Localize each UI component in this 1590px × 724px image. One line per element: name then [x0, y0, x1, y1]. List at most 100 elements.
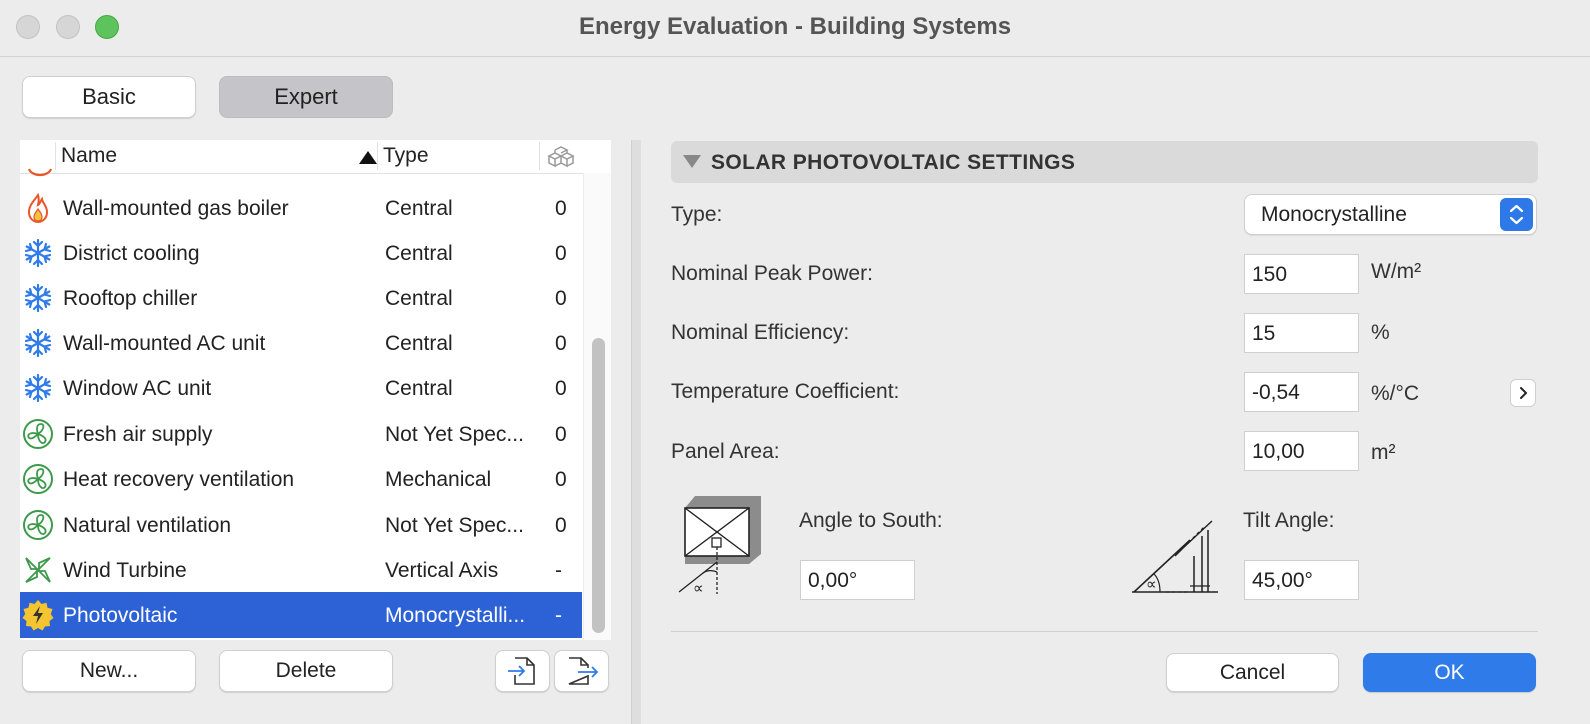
ok-button[interactable]: OK [1363, 653, 1536, 692]
peak-power-unit: W/m² [1371, 260, 1422, 283]
cancel-button[interactable]: Cancel [1166, 653, 1339, 692]
item-name: Fresh air supply [63, 423, 213, 446]
section-title: SOLAR PHOTOVOLTAIC SETTINGS [711, 151, 1076, 174]
list-item-selected[interactable]: Photovoltaic Monocrystalli... - [20, 592, 582, 638]
list-item[interactable]: Rooftop chiller Central 0 [20, 275, 582, 320]
list-item[interactable]: Window AC unit Central 0 [20, 365, 582, 410]
list-item[interactable]: District cooling Central 0 [20, 230, 582, 275]
panel-area-field[interactable]: 10,00 [1244, 431, 1359, 471]
item-name: Wall-mounted gas boiler [63, 197, 289, 220]
item-name: Window AC unit [63, 377, 212, 400]
temp-coefficient-label: Temperature Coefficient: [671, 380, 900, 403]
solar-bolt-icon [22, 600, 54, 631]
export-file-icon [568, 657, 598, 685]
expand-button[interactable] [1510, 379, 1536, 407]
list-item[interactable]: Wall-mounted gas boiler Central 0 [20, 185, 582, 230]
item-count: 0 [555, 468, 567, 491]
column-separator [539, 142, 540, 170]
item-count: 0 [555, 287, 567, 310]
type-select-value: Monocrystalline [1261, 203, 1407, 226]
systems-list: Name Type Wall-mounted gas boiler Centra… [20, 140, 611, 640]
item-count: 0 [555, 242, 567, 265]
item-name: Wind Turbine [63, 559, 187, 582]
list-item[interactable]: Wind Turbine Vertical Axis - [20, 547, 582, 592]
angle-to-south-diagram-icon: ∝ [678, 496, 761, 597]
item-type: Central [385, 377, 453, 400]
item-type: Mechanical [385, 468, 492, 491]
export-button[interactable] [554, 650, 609, 692]
item-count: 0 [555, 197, 567, 220]
svg-text:∝: ∝ [693, 579, 704, 597]
split-divider[interactable] [631, 140, 641, 724]
fan-icon [23, 464, 53, 494]
scrollbar-thumb[interactable] [592, 338, 605, 633]
efficiency-field[interactable]: 15 [1244, 313, 1359, 353]
snowflake-icon [24, 373, 52, 403]
item-name: Photovoltaic [63, 604, 178, 627]
title-bar: Energy Evaluation - Building Systems [0, 0, 1590, 57]
chevron-right-icon [1520, 387, 1527, 399]
panel-area-label: Panel Area: [671, 440, 780, 463]
item-type: Central [385, 242, 453, 265]
item-count: - [555, 559, 562, 582]
item-count: 0 [555, 423, 567, 446]
flame-icon [27, 168, 53, 177]
angle-to-south-field[interactable]: 0,00° [800, 560, 915, 600]
svg-text:∝: ∝ [1146, 575, 1157, 593]
list-item[interactable]: Wall-mounted AC unit Central 0 [20, 320, 582, 365]
item-name: Heat recovery ventilation [63, 468, 295, 491]
select-stepper-icon [1500, 198, 1533, 231]
item-name: Wall-mounted AC unit [63, 332, 266, 355]
import-button[interactable] [495, 650, 550, 692]
item-name: Rooftop chiller [63, 287, 198, 310]
window-title: Energy Evaluation - Building Systems [578, 13, 1012, 40]
new-button[interactable]: New... [22, 650, 196, 692]
item-type: Central [385, 197, 453, 220]
item-type: Monocrystalli... [385, 604, 526, 627]
delete-button[interactable]: Delete [219, 650, 393, 692]
item-type: Central [385, 332, 453, 355]
type-select[interactable]: Monocrystalline [1244, 194, 1537, 235]
column-separator [55, 142, 56, 170]
list-scrollbar[interactable] [583, 173, 611, 640]
temp-coefficient-field[interactable]: -0,54 [1244, 372, 1359, 412]
temp-coefficient-unit: %/°C [1371, 382, 1420, 405]
import-file-icon [507, 657, 535, 685]
list-header: Name Type [20, 140, 611, 174]
item-count: 0 [555, 377, 567, 400]
tilt-angle-label: Tilt Angle: [1243, 509, 1335, 532]
snowflake-icon [24, 238, 52, 268]
fan-icon [23, 510, 53, 540]
peak-power-field[interactable]: 150 [1244, 254, 1359, 294]
section-header[interactable]: SOLAR PHOTOVOLTAIC SETTINGS [671, 141, 1538, 183]
footer-divider [671, 631, 1538, 632]
item-count: - [555, 604, 562, 627]
snowflake-icon [24, 328, 52, 358]
column-separator [377, 142, 378, 170]
item-type: Central [385, 287, 453, 310]
expert-mode-button[interactable]: Expert [219, 76, 393, 118]
list-item[interactable]: Heat recovery ventilation Mechanical 0 [20, 456, 582, 501]
building-blocks-icon[interactable] [545, 142, 575, 172]
peak-power-label: Nominal Peak Power: [671, 262, 873, 285]
basic-mode-button[interactable]: Basic [22, 76, 196, 118]
efficiency-unit: % [1371, 321, 1390, 344]
item-count: 0 [555, 514, 567, 537]
item-count: 0 [555, 332, 567, 355]
snowflake-icon [24, 283, 52, 313]
list-item[interactable]: Natural ventilation Not Yet Spec... 0 [20, 502, 582, 547]
item-type: Not Yet Spec... [385, 514, 524, 537]
list-item[interactable]: Fresh air supply Not Yet Spec... 0 [20, 411, 582, 456]
type-label: Type: [671, 203, 723, 226]
tilt-angle-field[interactable]: 45,00° [1244, 560, 1359, 600]
wind-turbine-icon [25, 557, 51, 583]
angle-to-south-label: Angle to South: [799, 509, 943, 532]
fan-icon [23, 419, 53, 449]
flame-icon [27, 192, 49, 224]
column-header-name[interactable]: Name [61, 144, 117, 168]
sort-ascending-icon [359, 151, 377, 164]
column-header-type[interactable]: Type [383, 144, 429, 168]
efficiency-label: Nominal Efficiency: [671, 321, 850, 344]
panel-area-unit: m² [1371, 441, 1396, 464]
item-type: Vertical Axis [385, 559, 499, 582]
